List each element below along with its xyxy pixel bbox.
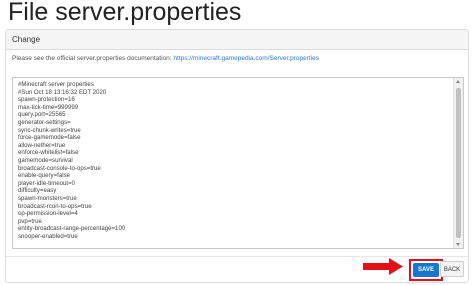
panel-header: Change (6, 30, 468, 50)
documentation-link[interactable]: https://minecraft.gamepedia.com/Server.p… (173, 55, 319, 62)
editor-line: force-gamemode=false (18, 134, 81, 142)
properties-editor[interactable]: #Minecraft server properties #Sun Oct 18 … (12, 77, 464, 249)
scroll-down-icon[interactable] (456, 243, 460, 246)
page-title: File server.properties (8, 0, 242, 26)
editor-line: #Minecraft server properties (18, 81, 94, 88)
editor-line: sync-chunk-writes=true (18, 126, 81, 134)
editor-scrollbar[interactable] (453, 78, 463, 248)
documentation-label: Please see the official server.propertie… (12, 55, 172, 62)
editor-line: entity-broadcast-range-percentage=100 (18, 225, 126, 233)
documentation-text: Please see the official server.propertie… (12, 55, 319, 62)
editor-line: pvp=true (18, 217, 42, 225)
editor-line: difficulty=easy (18, 187, 57, 195)
editor-line: player-idle-timeout=0 (18, 179, 76, 187)
editor-line: snooper-enabled=true (18, 232, 78, 240)
editor-line: broadcast-rcon-to-ops=true (18, 202, 92, 210)
editor-line: allow-nether=true (18, 141, 66, 149)
change-panel: Change Please see the official server.pr… (5, 29, 469, 283)
editor-line: spawn-protection=16 (18, 96, 75, 104)
save-highlight-box: SAVE (409, 259, 443, 281)
editor-line: broadcast-console-to-ops=true (18, 164, 101, 172)
back-button[interactable]: BACK (440, 261, 464, 277)
right-arrow-icon (363, 258, 403, 275)
editor-line: spawn-monsters=true (18, 194, 77, 202)
editor-line: enforce-whitelist=false (18, 149, 79, 157)
editor-line: query.port=25565 (18, 111, 66, 119)
scroll-up-icon[interactable] (456, 80, 460, 83)
editor-line: max-tick-time=999999 (18, 103, 79, 111)
save-button[interactable]: SAVE (413, 263, 439, 277)
editor-line: generator-settings= (18, 118, 71, 126)
editor-lines: #Minecraft server properties #Sun Oct 18 … (18, 81, 125, 240)
editor-line: op-permission-level=4 (18, 210, 78, 218)
editor-line: #Sun Oct 18 13:16:32 EDT 2020 (18, 88, 107, 96)
editor-line: gamemode=survival (18, 156, 73, 164)
scroll-thumb[interactable] (456, 88, 461, 238)
editor-line: enable-query=false (18, 172, 71, 180)
